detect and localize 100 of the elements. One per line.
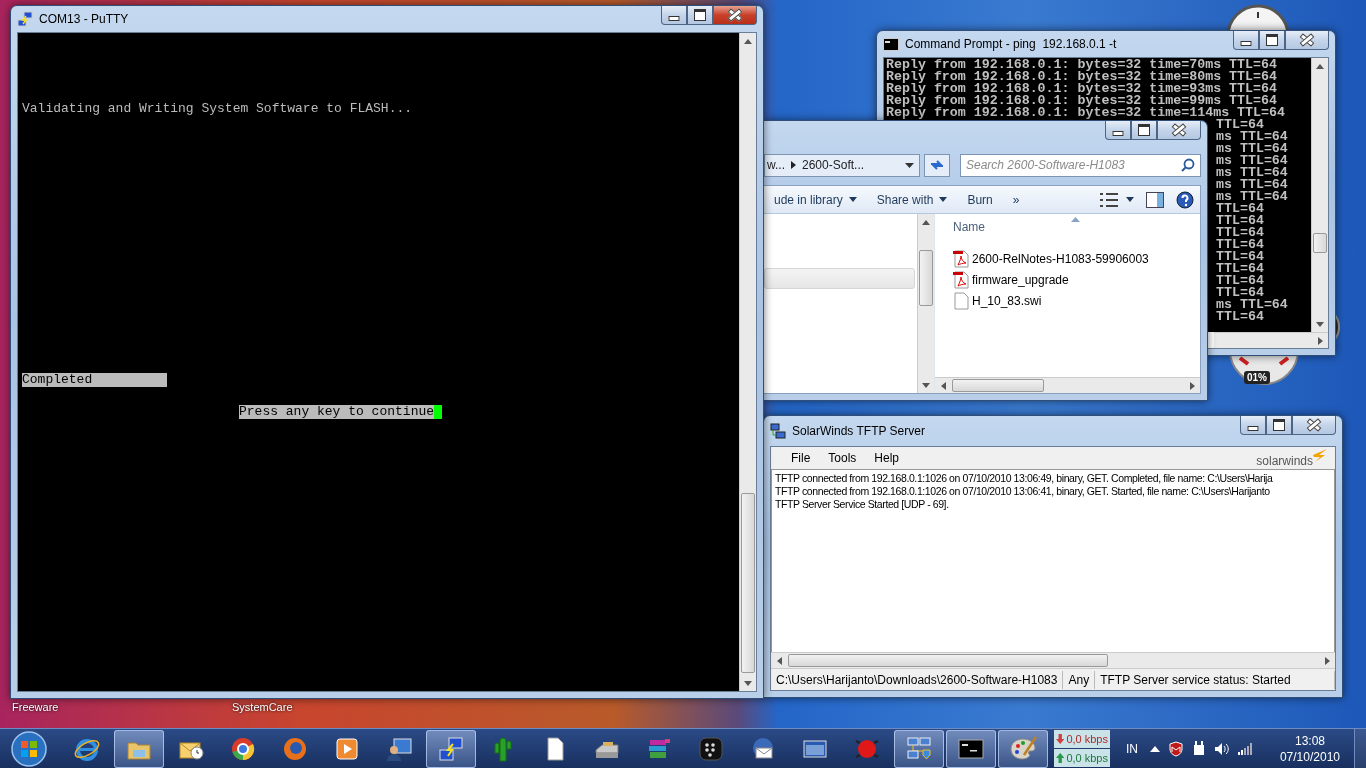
- file-icon: [953, 291, 969, 310]
- console-line: TTL=64: [1216, 263, 1264, 275]
- log-line: TFTP Server Service Started [UDP - 69].: [775, 498, 950, 511]
- vertical-scrollbar[interactable]: [917, 214, 934, 393]
- palette-icon: [1009, 734, 1037, 763]
- console-line: TTL=64: [1216, 203, 1264, 215]
- cursor-block: [434, 405, 443, 419]
- status-bar-text: Any: [1063, 670, 1096, 689]
- maximize-button[interactable]: [1131, 121, 1157, 140]
- toolbar-button[interactable]: ude in library: [764, 187, 867, 212]
- window-title: Command Prompt - ping 192.168.0.1 -t: [905, 37, 1117, 51]
- caret-icon: [848, 197, 857, 202]
- search-field[interactable]: Search 2600-Software-H1083: [960, 153, 1201, 177]
- caret-icon: [1126, 197, 1134, 202]
- close-button[interactable]: [1157, 121, 1201, 140]
- maximize-button[interactable]: [687, 6, 713, 25]
- console-line: ms TTL=64: [1216, 179, 1288, 191]
- horizontal-scrollbar[interactable]: [771, 652, 1335, 668]
- status-bar-text: C:\Users\Harijanto\Downloads\2600-Software-H1083: [771, 670, 1064, 689]
- caret-icon: [904, 162, 914, 168]
- show-desktop-button[interactable]: [1354, 728, 1366, 768]
- window-title: COM13 - PuTTY: [39, 12, 129, 26]
- maximize-button[interactable]: [1266, 416, 1292, 435]
- console-line: TTL=64: [1216, 227, 1264, 239]
- console-line: ms TTL=64: [1216, 143, 1288, 155]
- console-line: TTL=64: [1216, 215, 1264, 227]
- console-line: Reply from 192.168.0.1: bytes=32 time=99ms TTL=64: [886, 95, 1277, 107]
- taskbar-button[interactable]: [998, 729, 1048, 768]
- console-line: Reply from 192.168.0.1: bytes=32 time=114ms TTL=64: [886, 107, 1285, 119]
- console-line: TTL=64: [1216, 251, 1264, 263]
- horizontal-scrollbar[interactable]: [1214, 332, 1328, 348]
- language-indicator[interactable]: IN: [1126, 741, 1138, 756]
- speaker-icon[interactable]: [1214, 741, 1230, 756]
- minimize-button[interactable]: [1233, 31, 1259, 50]
- console-line: ms TTL=64: [1216, 167, 1288, 179]
- vertical-scrollbar[interactable]: [1311, 58, 1328, 332]
- list-entry[interactable]: firmware_upgrade: [953, 269, 1069, 290]
- console-line: ms TTL=64: [1216, 191, 1288, 203]
- cpu-reading: 01%: [1244, 371, 1270, 384]
- console-line: TTL=64: [1216, 287, 1264, 299]
- address-bar[interactable]: w... 2600-Soft...: [764, 153, 920, 177]
- desktop-icon-label[interactable]: SystemCare: [232, 701, 293, 713]
- toolbar-button[interactable]: »: [1002, 187, 1030, 212]
- flame-logo-icon: [1313, 448, 1327, 463]
- chevron-icon: [791, 161, 796, 169]
- show-hidden-icons-button[interactable]: [1150, 745, 1160, 752]
- prompt-text: Press any key to continue: [239, 405, 435, 419]
- console-line: Reply from 192.168.0.1: bytes=32 time=93ms TTL=64: [886, 83, 1277, 95]
- console-line: TTL=64: [1216, 311, 1264, 323]
- horizontal-scrollbar[interactable]: [935, 377, 1200, 393]
- linked-computers-icon: [437, 734, 465, 763]
- breadcrumb[interactable]: w...: [767, 158, 785, 172]
- status-bar-text: TFTP Server service status: Started: [1095, 670, 1335, 689]
- console-line: TTL=64: [1216, 239, 1264, 251]
- signal-bars-icon[interactable]: [1238, 742, 1254, 755]
- console-line: Reply from 192.168.0.1: bytes=32 time=80ms TTL=64: [886, 71, 1277, 83]
- breadcrumb[interactable]: 2600-Soft...: [802, 158, 865, 172]
- close-button[interactable]: [713, 6, 757, 25]
- list-entry[interactable]: H_10_83.swi: [953, 290, 1042, 311]
- minimize-button[interactable]: [1240, 416, 1266, 435]
- up-arrow-icon: [1056, 752, 1065, 764]
- refresh-button[interactable]: [924, 153, 950, 177]
- list-entry[interactable]: 2600-RelNotes-H1083-59906003: [953, 248, 1149, 269]
- linked-computers-icon: [17, 11, 33, 27]
- network-speed: 0,0 kbps: [1054, 730, 1110, 748]
- refresh-icon: [929, 158, 945, 172]
- down-arrow-icon: [1056, 733, 1065, 745]
- close-button[interactable]: [1285, 31, 1329, 50]
- terminal-text: Validating and Writing System Software to FLASH...: [22, 102, 413, 116]
- network-speed: 0,0 kbps: [1054, 749, 1110, 767]
- clock-time: 13:08: [1294, 732, 1325, 749]
- console-line: TTL=64: [1216, 119, 1264, 131]
- console-line: ms TTL=64: [1216, 155, 1288, 167]
- vertical-scrollbar[interactable]: [739, 33, 756, 691]
- menu-item[interactable]: Tools: [820, 449, 865, 467]
- network-computers-icon: [770, 423, 786, 439]
- menu-item[interactable]: Help: [866, 449, 908, 467]
- log-line: TFTP connected from 192.168.0.1:1026 on 07/10/2010 13:06:41, binary, GET. Started, file name: C:\Users\Harijanto: [775, 485, 1271, 498]
- console-line: Reply from 192.168.0.1: bytes=32 time=70ms TTL=64: [886, 59, 1277, 71]
- close-button[interactable]: [1292, 416, 1336, 435]
- clock-date: 07/10/2010: [1279, 748, 1340, 765]
- console-line: ms TTL=64: [1216, 299, 1288, 311]
- toolbar-button[interactable]: Share with: [866, 187, 958, 212]
- taskbar-button[interactable]: [946, 729, 996, 768]
- console-line: TTL=64: [1216, 275, 1264, 287]
- toolbar-button[interactable]: Burn: [957, 187, 1003, 212]
- maximize-button[interactable]: [1259, 31, 1285, 50]
- log-line: TFTP connected from 192.168.0.1:1026 on 07/10/2010 13:06:49, binary, GET. Completed, file name: C:\Users\Harija: [775, 472, 1274, 485]
- pdf-file-icon: [953, 270, 969, 289]
- column-header[interactable]: Name: [953, 220, 985, 234]
- minimize-button[interactable]: [1105, 121, 1131, 140]
- pdf-file-icon: [953, 249, 969, 268]
- power-plug-icon[interactable]: [1192, 740, 1206, 757]
- list-view-icon: [1100, 192, 1118, 207]
- shield-icon[interactable]: [1168, 740, 1184, 757]
- desktop-icon-label[interactable]: Freeware: [12, 701, 59, 713]
- brand-logo-text: solarwinds: [1256, 453, 1313, 468]
- clock[interactable]: 13:08 07/10/2010: [1279, 732, 1340, 765]
- minimize-button[interactable]: [661, 6, 687, 25]
- menu-item[interactable]: File: [783, 449, 819, 467]
